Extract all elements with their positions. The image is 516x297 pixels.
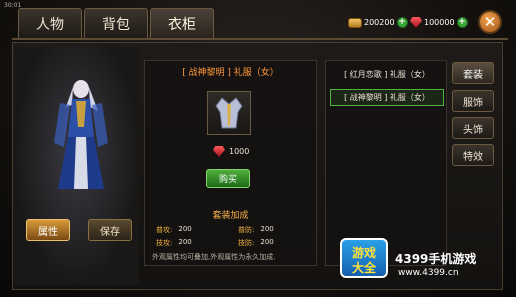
tab-character[interactable]: 人物 xyxy=(18,8,82,38)
item-slot xyxy=(207,91,251,135)
side-tab-effects[interactable]: 特效 xyxy=(452,144,494,166)
gem-counter: 100000 + xyxy=(410,17,468,28)
tabbar-divider xyxy=(12,38,508,40)
tab-bag[interactable]: 背包 xyxy=(84,8,148,38)
close-icon: ✕ xyxy=(483,13,497,31)
stat-normal-defense: 普防: 200 xyxy=(238,225,274,234)
wardrobe-screen: 30:01 人物 背包 衣柜 200200 + 100000 + ✕ 属性 保存… xyxy=(0,0,516,297)
list-item[interactable]: [ 红月恋歌 ] 礼服（女） xyxy=(330,66,444,83)
side-tab-clothing[interactable]: 服饰 xyxy=(452,90,494,112)
stat-normal-attack: 普攻: 200 xyxy=(156,225,192,234)
add-coins-icon[interactable]: + xyxy=(396,17,408,28)
watermark-logo: 游戏 大全 xyxy=(340,238,388,278)
add-gems-icon[interactable]: + xyxy=(456,17,468,28)
side-tab-sets[interactable]: 套装 xyxy=(452,62,494,84)
attributes-button[interactable]: 属性 xyxy=(26,219,70,241)
coin-amount: 200200 xyxy=(364,18,395,27)
price: 1000 xyxy=(213,146,249,157)
gem-icon xyxy=(410,17,422,28)
stat-skill-attack: 技攻: 200 xyxy=(156,238,192,247)
item-title: [ 战神黎明 ] 礼服（女） xyxy=(182,68,279,78)
set-bonus-title: 套装加成 xyxy=(212,211,249,221)
gem-amount: 100000 xyxy=(424,18,455,27)
character-preview xyxy=(14,47,139,285)
outfit-icon xyxy=(215,97,243,129)
list-item[interactable]: [ 战神黎明 ] 礼服（女） xyxy=(330,89,444,106)
bonus-note: 外观属性均可叠加,外观属性为永久加成. xyxy=(152,253,276,261)
gem-icon xyxy=(213,146,225,157)
price-amount: 1000 xyxy=(229,147,250,156)
watermark-url: www.4399.cn xyxy=(398,268,459,278)
character-figure xyxy=(54,80,108,189)
save-button[interactable]: 保存 xyxy=(88,219,132,241)
buy-button[interactable]: 购买 xyxy=(206,169,250,188)
tab-wardrobe[interactable]: 衣柜 xyxy=(150,8,214,38)
coin-icon xyxy=(348,17,362,28)
side-tab-headwear[interactable]: 头饰 xyxy=(452,117,494,139)
stat-skill-defense: 技防: 200 xyxy=(238,238,274,247)
close-button[interactable]: ✕ xyxy=(478,10,502,34)
coin-counter: 200200 + xyxy=(348,17,408,28)
watermark-brand: 4399手机游戏 xyxy=(395,252,477,266)
